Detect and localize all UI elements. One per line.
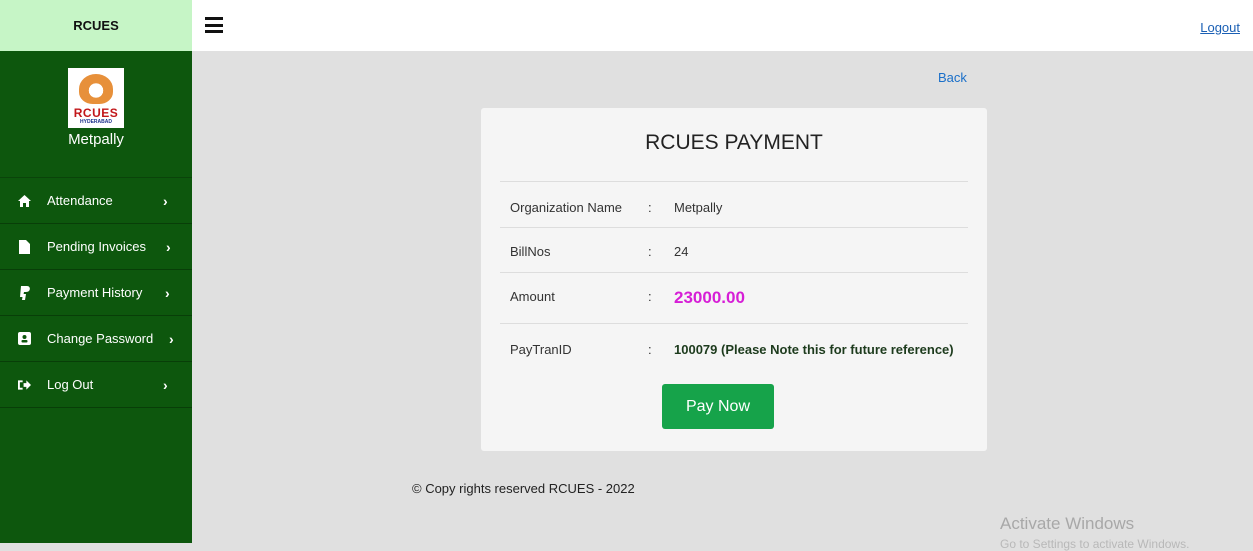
chevron-right-icon: ›	[169, 330, 174, 347]
chevron-right-icon: ›	[166, 238, 171, 255]
copyright-footer: © Copy rights reserved RCUES - 2022	[412, 481, 635, 496]
payment-title: RCUES PAYMENT	[645, 131, 823, 154]
file-icon	[18, 239, 31, 254]
sidebar-item-pending-invoices[interactable]: Pending Invoices ›	[0, 224, 192, 270]
rcues-logo: RCUES HYDERABAD	[68, 68, 124, 128]
row-colon: :	[648, 289, 652, 304]
sidebar-item-label: Pending Invoices	[47, 239, 147, 254]
activate-windows-watermark: Activate Windows	[1000, 514, 1135, 533]
payment-card: RCUES PAYMENT Organization Name : Metpal…	[481, 108, 987, 451]
logo-block: RCUES HYDERABAD Metpally	[0, 51, 192, 177]
logo-text: RCUES	[73, 106, 119, 120]
detail-row-organization: Organization Name : Metpally	[500, 181, 968, 228]
organization-name: Metpally	[68, 131, 124, 148]
row-colon: :	[648, 200, 652, 215]
chevron-right-icon: ›	[165, 284, 170, 301]
row-label: Amount	[510, 289, 555, 304]
chevron-right-icon: ›	[163, 376, 168, 393]
sidebar-item-log-out[interactable]: Log Out ›	[0, 362, 192, 408]
sidebar-item-label: Payment History	[47, 285, 143, 300]
logo-subtext: HYDERABAD	[80, 119, 112, 125]
paypal-icon	[18, 285, 31, 300]
sidebar-item-label: Attendance	[47, 193, 113, 208]
sidebar: RCUES RCUES HYDERABAD Metpally Attendanc…	[0, 0, 192, 543]
home-icon	[18, 194, 31, 207]
pay-now-button[interactable]: Pay Now	[662, 384, 774, 429]
sidebar-item-label: Change Password	[47, 331, 154, 346]
user-card-icon	[18, 332, 31, 345]
pay-tran-id-value: 100079 (Please Note this for future refe…	[674, 342, 954, 357]
row-colon: :	[648, 342, 652, 357]
row-value: 24	[674, 244, 689, 259]
detail-row-billnos: BillNos : 24	[500, 227, 968, 273]
chevron-right-icon: ›	[163, 192, 168, 209]
back-link[interactable]: Back	[938, 70, 967, 85]
top-bar: Logout	[192, 0, 1253, 51]
brand-bar: RCUES	[0, 0, 192, 51]
sidebar-item-label: Log Out	[47, 377, 94, 392]
sidebar-item-change-password[interactable]: Change Password ›	[0, 316, 192, 362]
activate-windows-subtext: Go to Settings to activate Windows.	[1000, 537, 1190, 551]
sidebar-item-payment-history[interactable]: Payment History ›	[0, 270, 192, 316]
detail-row-paytranid: PayTranID : 100079 (Please Note this for…	[500, 323, 968, 371]
detail-row-amount: Amount : 23000.00	[500, 272, 968, 324]
row-label: BillNos	[510, 244, 551, 259]
row-label: Organization Name	[510, 200, 622, 215]
sidebar-item-attendance[interactable]: Attendance ›	[0, 178, 192, 224]
row-label: PayTranID	[510, 342, 572, 357]
row-colon: :	[648, 244, 652, 259]
logout-link[interactable]: Logout	[1200, 20, 1240, 35]
sidebar-menu: Attendance › Pending Invoices › Payment …	[0, 177, 192, 408]
amount-value: 23000.00	[674, 288, 745, 307]
emblem-icon	[79, 74, 113, 104]
brand-title: RCUES	[73, 18, 119, 33]
sign-out-icon	[18, 378, 31, 391]
hamburger-menu-icon[interactable]	[205, 17, 223, 33]
row-value: Metpally	[674, 200, 723, 215]
